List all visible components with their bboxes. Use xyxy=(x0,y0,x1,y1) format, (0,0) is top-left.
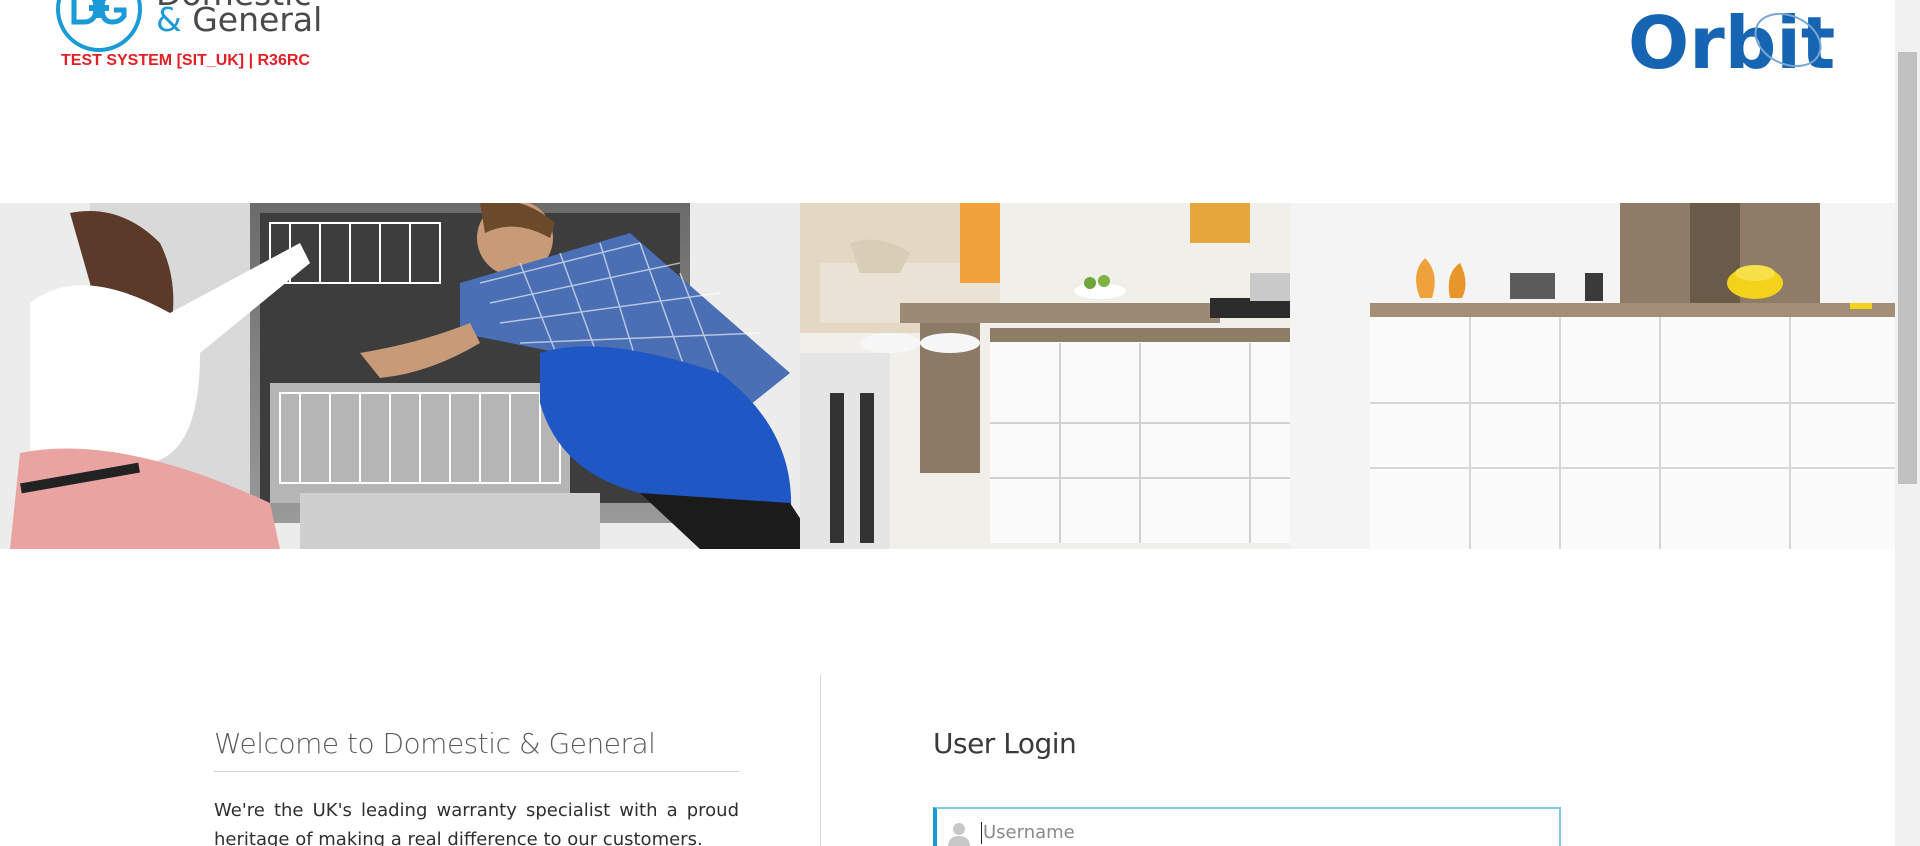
welcome-text: We're the UK's leading warranty speciali… xyxy=(214,800,739,846)
brand-name-line2: & General xyxy=(156,0,323,39)
login-page: Domestic & General TEST SYSTEM [SIT_UK] … xyxy=(0,0,1920,846)
hero-banner-image xyxy=(0,203,1895,549)
orbit-logo-icon: Orbit xyxy=(1628,1,1835,85)
vertical-scrollbar[interactable] xyxy=(1895,0,1920,846)
user-icon xyxy=(948,823,970,846)
section-divider xyxy=(820,675,821,846)
kitchen-engineer-photo-icon xyxy=(0,203,1895,549)
text-caret xyxy=(981,822,982,844)
login-heading: User Login xyxy=(933,727,1077,760)
welcome-heading: Welcome to Domestic & General xyxy=(214,727,656,760)
dg-logo-icon xyxy=(56,0,142,52)
username-field[interactable] xyxy=(933,807,1561,846)
orbit-logo-text: Orbit xyxy=(1628,1,1835,85)
welcome-divider xyxy=(214,771,739,772)
username-input[interactable] xyxy=(983,809,1543,846)
scrollbar-thumb[interactable] xyxy=(1898,52,1917,484)
environment-banner: TEST SYSTEM [SIT_UK] | R36RC xyxy=(61,52,310,69)
